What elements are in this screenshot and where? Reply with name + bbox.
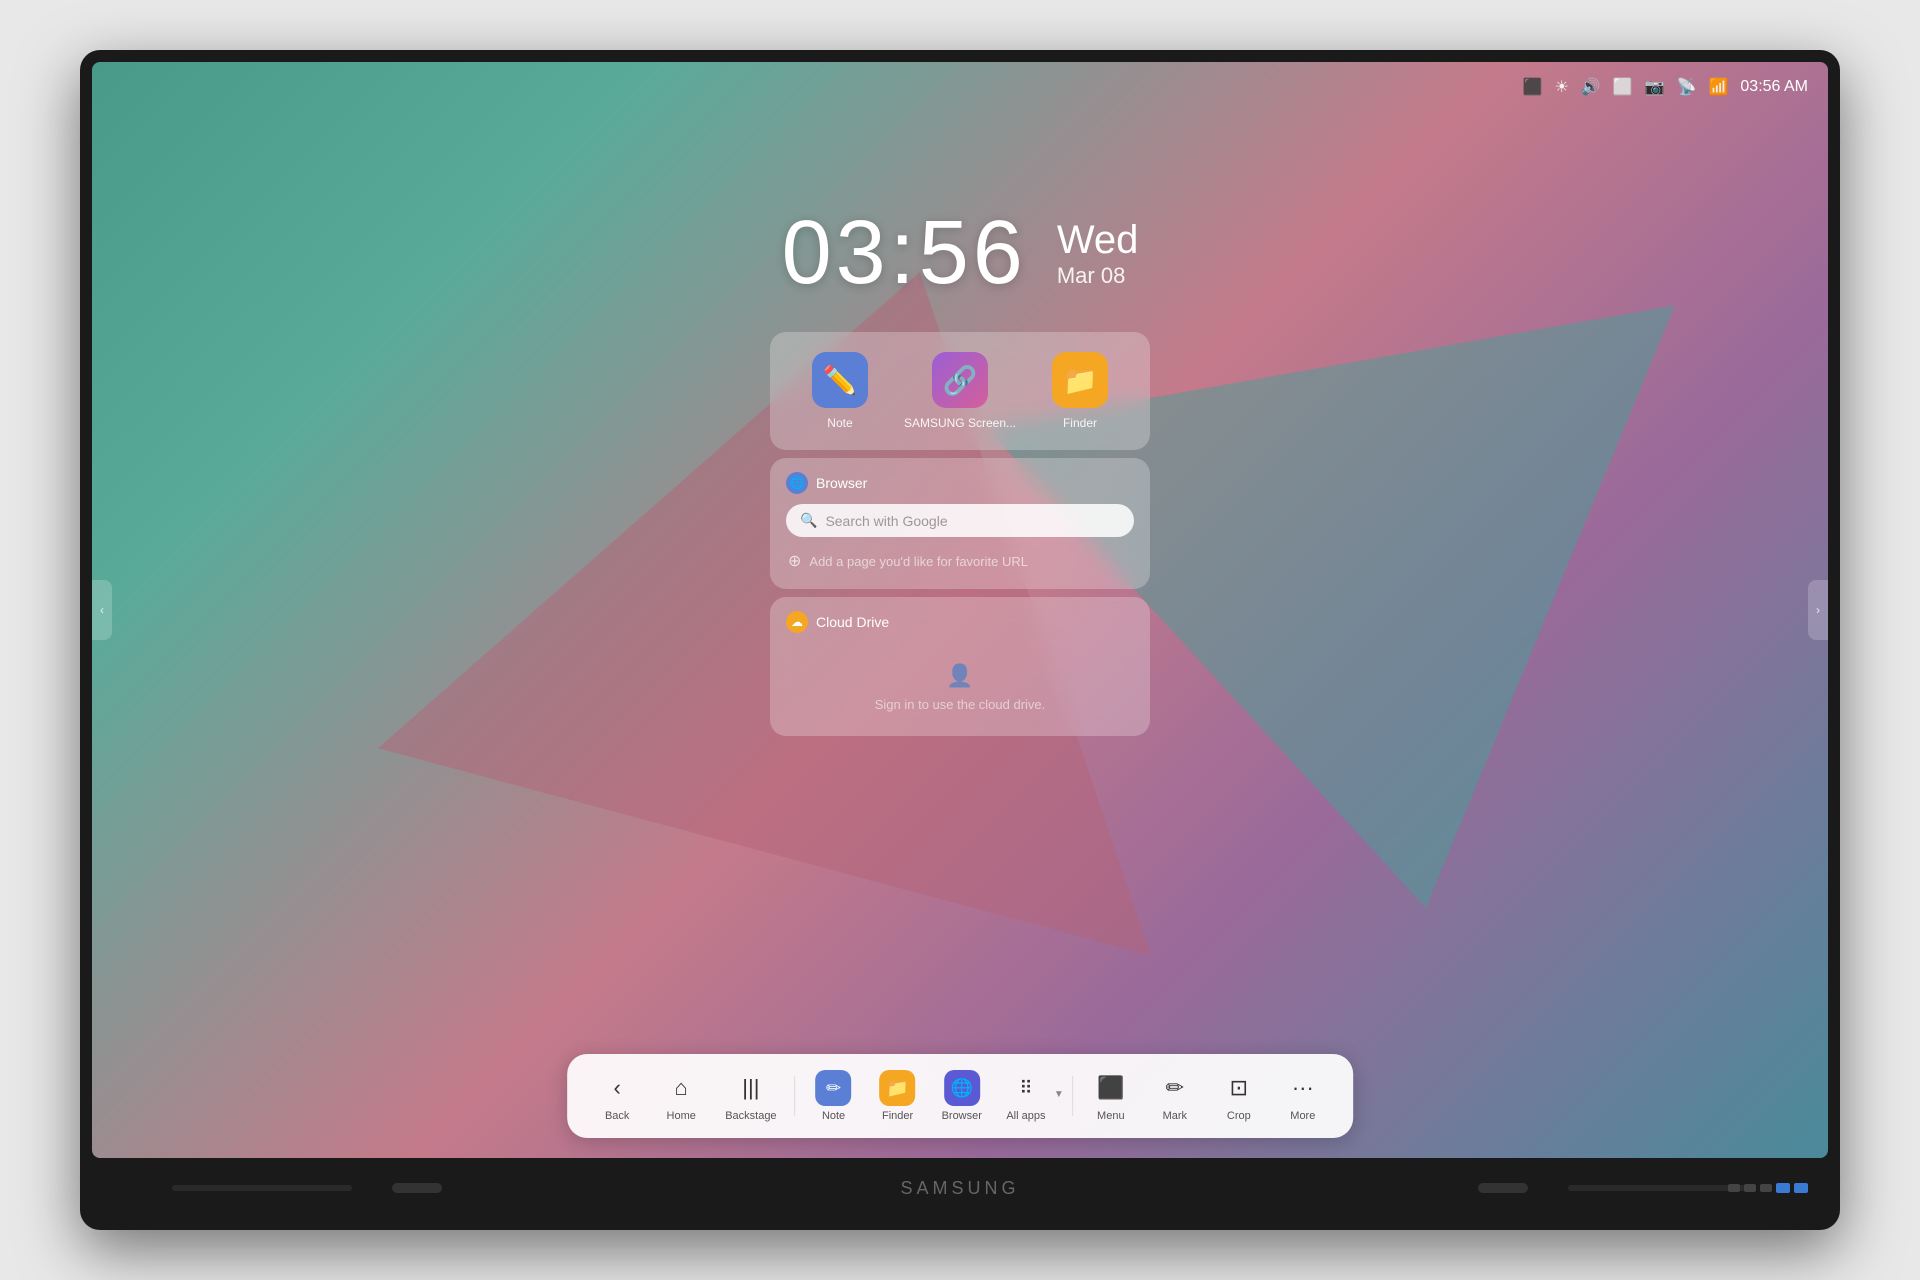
browser-widget-title: Browser — [816, 475, 867, 491]
menu-icon: ⬛ — [1093, 1070, 1129, 1106]
app-shortcuts-widget: ✏️ Note 🔗 SAMSUNG Screen... 📁 Finder — [770, 332, 1150, 450]
cloud-person-icon: 👤 — [946, 663, 973, 689]
taskbar-all-apps[interactable]: ⠿ All apps — [996, 1064, 1056, 1128]
tv-port-3 — [1760, 1184, 1772, 1192]
taskbar: ‹ Back ⌂ Home ||| Backstage ✏ Note 📁 Fin… — [567, 1054, 1353, 1138]
clock-time: 03:56 — [782, 202, 1027, 305]
finder-taskbar-icon: 📁 — [880, 1070, 916, 1106]
taskbar-crop[interactable]: ⊡ Crop — [1209, 1064, 1269, 1128]
more-icon: ··· — [1285, 1070, 1321, 1106]
menu-label: Menu — [1097, 1110, 1125, 1122]
browser-search-bar[interactable]: 🔍 Search with Google — [786, 504, 1134, 537]
cloud-drive-widget: ☁ Cloud Drive 👤 Sign in to use the cloud… — [770, 597, 1150, 736]
tv-frame: ⬛ ☀ 🔊 ⬜ 📷 📡 📶 03:56 AM 03:56 Wed Mar 08 … — [80, 50, 1840, 1230]
cloud-widget-title: Cloud Drive — [816, 614, 889, 630]
search-placeholder: Search with Google — [825, 513, 1120, 529]
taskbar-menu[interactable]: ⬛ Menu — [1081, 1064, 1141, 1128]
side-handle-right[interactable]: › — [1808, 580, 1828, 640]
home-icon: ⌂ — [663, 1070, 699, 1106]
tv-speaker-right — [1568, 1185, 1748, 1191]
taskbar-divider-1 — [795, 1076, 796, 1116]
crop-label: Crop — [1227, 1110, 1251, 1122]
backstage-icon: ||| — [733, 1070, 769, 1106]
samsung-screen-label: SAMSUNG Screen... — [904, 416, 1016, 430]
taskbar-finder[interactable]: 📁 Finder — [868, 1064, 928, 1128]
crop-icon: ⊡ — [1221, 1070, 1257, 1106]
status-bar: ⬛ ☀ 🔊 ⬜ 📷 📡 📶 03:56 AM — [92, 62, 1828, 112]
cloud-widget-header: ☁ Cloud Drive — [786, 611, 1134, 633]
all-apps-dropdown-icon[interactable]: ▼ — [1054, 1089, 1064, 1100]
taskbar-note[interactable]: ✏ Note — [804, 1064, 864, 1128]
cast-icon: 📡 — [1677, 77, 1697, 97]
browser-taskbar-label: Browser — [942, 1110, 982, 1122]
mark-label: Mark — [1163, 1110, 1187, 1122]
tv-screen: ⬛ ☀ 🔊 ⬜ 📷 📡 📶 03:56 AM 03:56 Wed Mar 08 … — [92, 62, 1828, 1158]
clock-date-area: Wed Mar 08 — [1057, 218, 1139, 289]
finder-app-label: Finder — [1063, 416, 1097, 430]
all-apps-label: All apps — [1006, 1110, 1045, 1122]
taskbar-backstage[interactable]: ||| Backstage — [715, 1064, 786, 1128]
app-note[interactable]: ✏️ Note — [812, 352, 868, 430]
app-samsung-screen[interactable]: 🔗 SAMSUNG Screen... — [904, 352, 1016, 430]
tv-button-left — [392, 1183, 442, 1193]
taskbar-back[interactable]: ‹ Back — [587, 1064, 647, 1128]
browser-widget: 🌐 Browser 🔍 Search with Google ⊕ Add a p… — [770, 458, 1150, 589]
note-taskbar-label: Note — [822, 1110, 845, 1122]
tv-port-1 — [1728, 1184, 1740, 1192]
camera-icon: 📷 — [1645, 77, 1665, 97]
browser-suggestion: ⊕ Add a page you'd like for favorite URL — [786, 547, 1134, 575]
tv-port-usb-1 — [1776, 1183, 1790, 1193]
mark-icon: ✏ — [1157, 1070, 1193, 1106]
tv-button-right — [1478, 1183, 1528, 1193]
browser-taskbar-icon: 🌐 — [944, 1070, 980, 1106]
brightness-icon: ☀ — [1554, 77, 1568, 97]
tv-port-2 — [1744, 1184, 1756, 1192]
screen-mirror-icon: ⬛ — [1523, 77, 1543, 97]
taskbar-home[interactable]: ⌂ Home — [651, 1064, 711, 1128]
home-label: Home — [667, 1110, 696, 1122]
tv-port-usb-2 — [1794, 1183, 1808, 1193]
tv-bezel-bottom: SAMSUNG — [92, 1158, 1828, 1218]
taskbar-more[interactable]: ··· More — [1273, 1064, 1333, 1128]
suggestion-plus-icon: ⊕ — [788, 551, 801, 571]
taskbar-divider-2 — [1072, 1076, 1073, 1116]
screenshot-icon: ⬜ — [1613, 77, 1633, 97]
all-apps-icon: ⠿ — [1008, 1070, 1044, 1106]
finder-app-icon: 📁 — [1052, 352, 1108, 408]
backstage-label: Backstage — [725, 1110, 776, 1122]
widgets-area: ✏️ Note 🔗 SAMSUNG Screen... 📁 Finder 🌐 B… — [770, 332, 1150, 736]
tv-speaker-left — [172, 1185, 352, 1191]
taskbar-browser[interactable]: 🌐 Browser — [932, 1064, 992, 1128]
note-app-label: Note — [827, 416, 852, 430]
cloud-widget-icon: ☁ — [786, 611, 808, 633]
more-label: More — [1290, 1110, 1315, 1122]
finder-taskbar-label: Finder — [882, 1110, 913, 1122]
right-arrow-icon: › — [1816, 603, 1820, 617]
volume-icon: 🔊 — [1581, 77, 1601, 97]
suggestion-text: Add a page you'd like for favorite URL — [809, 554, 1028, 569]
tv-ports — [1728, 1183, 1808, 1193]
side-handle-left[interactable]: ‹ — [92, 580, 112, 640]
clock-area: 03:56 Wed Mar 08 — [782, 202, 1139, 305]
wifi-icon: 📶 — [1708, 77, 1728, 97]
app-finder[interactable]: 📁 Finder — [1052, 352, 1108, 430]
cloud-sign-in-text: Sign in to use the cloud drive. — [875, 697, 1046, 712]
clock-day: Wed — [1057, 218, 1139, 263]
left-arrow-icon: ‹ — [100, 603, 104, 617]
back-icon: ‹ — [599, 1070, 635, 1106]
search-icon: 🔍 — [800, 512, 817, 529]
cloud-sign-in-area: 👤 Sign in to use the cloud drive. — [786, 643, 1134, 722]
status-time: 03:56 AM — [1740, 78, 1808, 96]
note-app-icon: ✏️ — [812, 352, 868, 408]
browser-widget-icon: 🌐 — [786, 472, 808, 494]
clock-date: Mar 08 — [1057, 263, 1125, 289]
tv-brand: SAMSUNG — [900, 1178, 1019, 1199]
browser-widget-header: 🌐 Browser — [786, 472, 1134, 494]
taskbar-mark[interactable]: ✏ Mark — [1145, 1064, 1205, 1128]
back-label: Back — [605, 1110, 629, 1122]
samsung-screen-icon: 🔗 — [932, 352, 988, 408]
note-taskbar-icon: ✏ — [816, 1070, 852, 1106]
